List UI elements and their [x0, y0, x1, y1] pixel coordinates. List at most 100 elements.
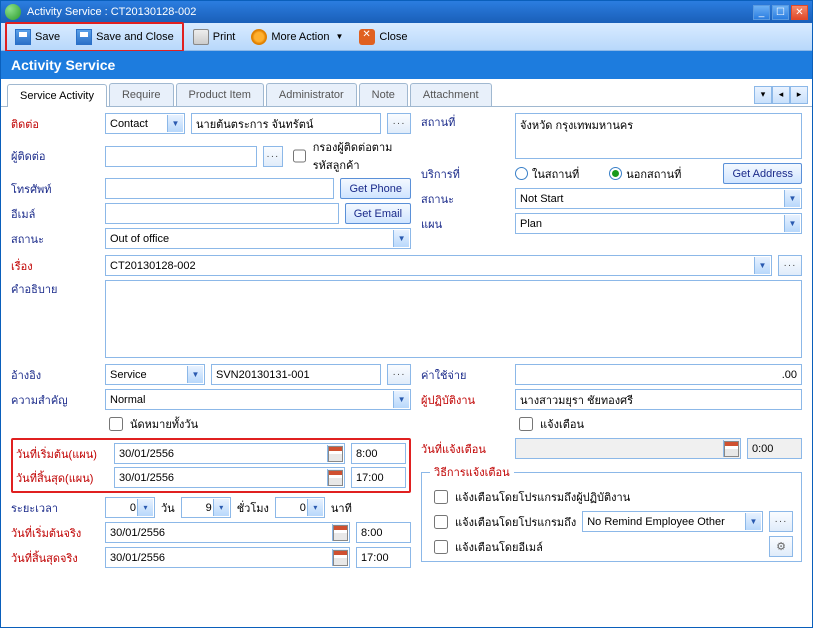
chevron-down-icon[interactable]: ▼ [167, 115, 183, 132]
close-icon [359, 29, 375, 45]
plan-end-label: วันที่สิ้นสุด(แผน) [16, 469, 108, 487]
plan-end-time[interactable] [351, 467, 406, 488]
description-field[interactable] [105, 280, 802, 358]
remind-program-to-checkbox[interactable]: แจ้งเตือนโดยโปรแกรมถึง [430, 512, 576, 532]
cost-label: ค่าใช้จ่าย [421, 366, 509, 384]
plan-start-date[interactable]: 30/01/2556 [114, 443, 345, 464]
remind-date-field[interactable] [515, 438, 741, 459]
calendar-icon[interactable] [332, 549, 348, 566]
remind-program-assignee-checkbox[interactable]: แจ้งเตือนโดยโปรแกรมถึงผู้ปฏิบัติงาน [430, 487, 630, 507]
print-icon [193, 29, 209, 45]
get-phone-button[interactable]: Get Phone [340, 178, 411, 199]
contact-name-field[interactable] [191, 113, 381, 134]
plan-start-time[interactable] [351, 443, 406, 464]
plan-combo[interactable]: Plan▼ [515, 213, 802, 234]
activity-status-combo[interactable]: Not Start▼ [515, 188, 802, 209]
minimize-button[interactable]: _ [753, 5, 770, 20]
contact-lookup-button[interactable]: ··· [387, 113, 411, 134]
chevron-down-icon[interactable]: ▼ [187, 366, 203, 383]
presence-status-combo[interactable]: Out of office▼ [105, 228, 411, 249]
assignee-label: ผู้ปฏิบัติงาน [421, 391, 509, 409]
close-button[interactable]: Close [352, 25, 414, 49]
remind-method-group: วิธีการแจ้งเตือน แจ้งเตือนโดยโปรแกรมถึงผ… [421, 463, 802, 562]
related-contact-field[interactable] [105, 146, 257, 167]
contact-type-combo[interactable]: Contact▼ [105, 113, 185, 134]
maximize-button[interactable]: ☐ [772, 5, 789, 20]
chevron-down-icon[interactable]: ▼ [754, 257, 770, 274]
filter-customer-checkbox[interactable]: กรองผู้ติดต่อตามรหัสลูกค้า [289, 138, 411, 174]
chevron-down-icon: ▼ [335, 32, 343, 41]
actual-start-time[interactable] [356, 522, 411, 543]
ref-type-combo[interactable]: Service▼ [105, 364, 205, 385]
tab-administrator[interactable]: Administrator [266, 83, 357, 106]
offsite-radio[interactable]: นอกสถานที่ [609, 165, 681, 183]
remind-checkbox[interactable]: แจ้งเตือน [515, 414, 584, 434]
remind-email-checkbox[interactable]: แจ้งเตือนโดยอีเมล์ [430, 537, 543, 557]
plan-label: แผน [421, 215, 509, 233]
subject-lookup-button[interactable]: ··· [778, 255, 802, 276]
close-window-button[interactable]: ✕ [791, 5, 808, 20]
contact-label: ติดต่อ [11, 115, 99, 133]
print-button[interactable]: Print [186, 25, 243, 49]
chevron-down-icon[interactable]: ▼ [393, 230, 409, 247]
print-label: Print [213, 31, 236, 43]
ref-lookup-button[interactable]: ··· [387, 364, 411, 385]
onsite-radio[interactable]: ในสถานที่ [515, 165, 579, 183]
tab-product-item[interactable]: Product Item [176, 83, 264, 106]
remind-email-settings-button[interactable]: ⚙ [769, 536, 793, 557]
calendar-icon[interactable] [332, 524, 348, 541]
subject-combo[interactable]: CT20130128-002▼ [105, 255, 772, 276]
tab-attachment[interactable]: Attachment [410, 83, 492, 106]
actual-start-label: วันที่เริ่มต้นจริง [11, 524, 99, 542]
spin-icon[interactable]: ▾ [137, 499, 153, 516]
actual-start-date[interactable]: 30/01/2556 [105, 522, 350, 543]
chevron-down-icon[interactable]: ▼ [393, 391, 409, 408]
save-button[interactable]: Save [8, 25, 67, 49]
chevron-down-icon[interactable]: ▼ [745, 513, 761, 530]
more-action-button[interactable]: More Action ▼ [244, 25, 350, 49]
spin-icon[interactable]: ▾ [307, 499, 323, 516]
calendar-icon[interactable] [327, 445, 343, 462]
cost-field[interactable] [515, 364, 802, 385]
priority-combo[interactable]: Normal▼ [105, 389, 411, 410]
more-label: More Action [271, 31, 329, 43]
remind-method-legend: วิธีการแจ้งเตือน [430, 463, 514, 481]
spin-icon[interactable]: ▾ [213, 499, 229, 516]
gear-icon [251, 29, 267, 45]
actual-end-label: วันที่สิ้นสุดจริง [11, 549, 99, 567]
calendar-icon[interactable] [327, 469, 343, 486]
remind-time-field[interactable] [747, 438, 802, 459]
plan-end-date[interactable]: 30/01/2556 [114, 467, 345, 488]
chevron-down-icon[interactable]: ▼ [784, 190, 800, 207]
tab-service-activity[interactable]: Service Activity [7, 84, 107, 107]
chevron-down-icon[interactable]: ▼ [784, 215, 800, 232]
tab-prev-button[interactable]: ◂ [772, 86, 790, 104]
service-at-label: บริการที่ [421, 165, 509, 183]
related-lookup-button[interactable]: ··· [263, 146, 283, 167]
remind-program-to-combo[interactable]: No Remind Employee Other▼ [582, 511, 763, 532]
priority-label: ความสำคัญ [11, 391, 99, 409]
email-field[interactable] [105, 203, 339, 224]
duration-mins[interactable]: 0▾ [275, 497, 325, 518]
tab-require[interactable]: Require [109, 83, 174, 106]
calendar-icon[interactable] [723, 440, 739, 457]
actual-end-date[interactable]: 30/01/2556 [105, 547, 350, 568]
close-label: Close [379, 31, 407, 43]
tab-next-button[interactable]: ▸ [790, 86, 808, 104]
tab-note[interactable]: Note [359, 83, 408, 106]
get-email-button[interactable]: Get Email [345, 203, 411, 224]
actual-end-time[interactable] [356, 547, 411, 568]
assignee-field[interactable] [515, 389, 802, 410]
phone-field[interactable] [105, 178, 334, 199]
tab-menu-button[interactable]: ▾ [754, 86, 772, 104]
remind-to-lookup-button[interactable]: ··· [769, 511, 793, 532]
get-address-button[interactable]: Get Address [723, 163, 802, 184]
ref-field[interactable] [211, 364, 381, 385]
save-close-button[interactable]: Save and Close [69, 25, 181, 49]
allday-checkbox[interactable]: นัดหมายทั้งวัน [105, 414, 198, 434]
duration-days[interactable]: 0▾ [105, 497, 155, 518]
status-right-label: สถานะ [421, 190, 509, 208]
duration-hours[interactable]: 9▾ [181, 497, 231, 518]
remind-date-label: วันที่แจ้งเตือน [421, 440, 509, 458]
location-field[interactable]: จังหวัด กรุงเทพมหานคร [515, 113, 802, 159]
